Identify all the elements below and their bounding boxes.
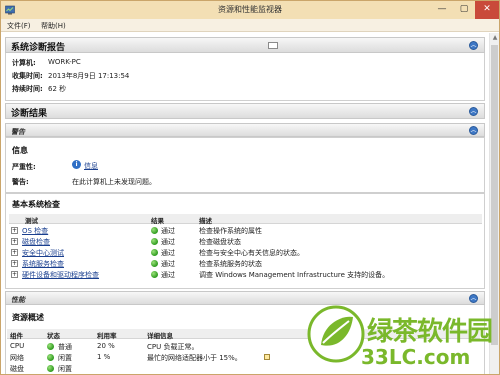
resources-title: 资源概述 — [12, 313, 44, 322]
duration-label: 持续时间: — [12, 85, 43, 93]
warning-label: 警告: — [12, 178, 29, 186]
results-title: 诊断结果 — [11, 109, 48, 119]
resource-component: 网络 — [10, 354, 24, 362]
check-description: 检查操作系统的属性 — [199, 227, 262, 235]
info-title: 信息 — [12, 146, 28, 155]
check-description: 调查 Windows Management Infrastructure 支持的… — [199, 271, 390, 279]
minimize-button[interactable]: — — [431, 1, 453, 19]
check-result: 通过 — [161, 260, 175, 268]
check-result: 通过 — [161, 227, 175, 235]
check-test-link[interactable]: 硬件设备和驱动程序检查 — [22, 270, 99, 280]
table-row: + 安全中心测试 通过 检查与安全中心有关信息的状态。 — [9, 248, 482, 257]
app-window: 资源和性能监视器 — ▢ ✕ 文件(F) 帮助(H) 系统诊断报告 ︿ 计算机:… — [0, 0, 500, 375]
header-details: 详细信息 — [147, 332, 173, 340]
collapse-warnings-button[interactable]: ︿ — [469, 126, 478, 135]
collapse-results-button[interactable]: ︿ — [469, 107, 478, 116]
report-summary: 计算机: WORK-PC 收集时间: 2013年8月9日 17:13:54 持续… — [5, 53, 485, 101]
resource-usage: 1 % — [97, 353, 111, 361]
pass-icon — [151, 227, 158, 234]
report-header: 系统诊断报告 ︿ — [5, 37, 485, 53]
basic-checks-table-header: 测试 结果 描述 — [9, 214, 482, 225]
warning-value: 在此计算机上未发现问题。 — [72, 178, 156, 186]
table-row: + 磁盘检查 通过 检查磁盘状态 — [9, 237, 482, 246]
scrollbar-thumb[interactable] — [491, 45, 498, 345]
status-ok-icon — [47, 354, 54, 361]
resource-usage: 20 % — [97, 342, 115, 350]
duration-value: 62 秒 — [48, 85, 67, 93]
info-section: 信息 严重性: i 信息 警告: 在此计算机上未发现问题。 — [5, 137, 485, 193]
check-test-link[interactable]: 磁盘检查 — [22, 237, 50, 247]
expand-icon[interactable]: + — [11, 271, 18, 278]
header-status: 状态 — [47, 332, 60, 340]
check-test-link[interactable]: 安全中心测试 — [22, 248, 64, 258]
expand-icon[interactable]: + — [11, 249, 18, 256]
resource-component: 磁盘 — [10, 365, 24, 373]
status-ok-icon — [47, 343, 54, 350]
computer-label: 计算机: — [12, 59, 36, 67]
resource-status: 闲置 — [58, 365, 72, 373]
expand-icon[interactable]: + — [11, 238, 18, 245]
maximize-button[interactable]: ▢ — [453, 1, 475, 19]
check-result: 通过 — [161, 238, 175, 246]
header-result: 结果 — [151, 217, 164, 225]
warnings-title: 警告 — [11, 128, 25, 136]
expand-icon[interactable]: + — [11, 227, 18, 234]
resource-status: 闲置 — [58, 354, 72, 362]
collected-label: 收集时间: — [12, 72, 43, 80]
window-title: 资源和性能监视器 — [218, 5, 282, 14]
watermark-line2: 33LC.com — [361, 345, 471, 369]
scroll-up-icon[interactable]: ▲ — [490, 33, 499, 43]
menu-help[interactable]: 帮助(H) — [41, 21, 66, 31]
computer-value: WORK-PC — [48, 58, 81, 66]
report-title: 系统诊断报告 — [11, 43, 66, 53]
check-test-link[interactable]: OS 检查 — [22, 226, 48, 236]
table-row: + 硬件设备和驱动程序检查 通过 调查 Windows Management I… — [9, 270, 482, 279]
results-header: 诊断结果 ︿ — [5, 103, 485, 119]
collected-value: 2013年8月9日 17:13:54 — [48, 72, 130, 80]
edit-icon[interactable] — [264, 354, 270, 360]
pass-icon — [151, 271, 158, 278]
copy-icon[interactable] — [268, 42, 278, 49]
resource-status: 普通 — [58, 343, 72, 351]
basic-checks-title: 基本系统检查 — [12, 200, 60, 209]
resource-details: CPU 负载正常。 — [147, 343, 199, 351]
check-description: 检查磁盘状态 — [199, 238, 241, 246]
check-test-link[interactable]: 系统服务检查 — [22, 259, 64, 269]
leaf-logo-icon — [307, 305, 365, 363]
severity-label: 严重性: — [12, 163, 36, 171]
menu-bar: 文件(F) 帮助(H) — [1, 19, 499, 32]
table-row: + 系统服务检查 通过 检查系统服务的状态 — [9, 259, 482, 268]
title-bar[interactable]: 资源和性能监视器 — ▢ ✕ — [1, 1, 499, 19]
header-description: 描述 — [199, 217, 212, 225]
table-row: + OS 检查 通过 检查操作系统的属性 — [9, 226, 482, 235]
performance-title: 性能 — [11, 296, 25, 304]
check-description: 检查系统服务的状态 — [199, 260, 262, 268]
collapse-report-button[interactable]: ︿ — [469, 41, 478, 50]
resource-details: 最忙的网络适配器小于 15%。 — [147, 354, 242, 362]
check-result: 通过 — [161, 271, 175, 279]
header-component: 组件 — [10, 332, 23, 340]
severity-value[interactable]: 信息 — [84, 161, 98, 171]
check-result: 通过 — [161, 249, 175, 257]
header-usage: 利用率 — [97, 332, 117, 340]
info-icon: i — [72, 160, 81, 169]
watermark-line1: 绿茶软件园 — [367, 317, 493, 347]
pass-icon — [151, 238, 158, 245]
header-test: 测试 — [25, 217, 38, 225]
close-button[interactable]: ✕ — [475, 1, 499, 19]
expand-icon[interactable]: + — [11, 260, 18, 267]
status-ok-icon — [47, 365, 54, 372]
check-description: 检查与安全中心有关信息的状态。 — [199, 249, 304, 257]
menu-file[interactable]: 文件(F) — [7, 21, 31, 31]
pass-icon — [151, 260, 158, 267]
pass-icon — [151, 249, 158, 256]
watermark: 绿茶软件园 33LC.com — [301, 301, 499, 374]
warnings-header: 警告 ︿ — [5, 123, 485, 137]
resource-component: CPU — [10, 342, 25, 350]
